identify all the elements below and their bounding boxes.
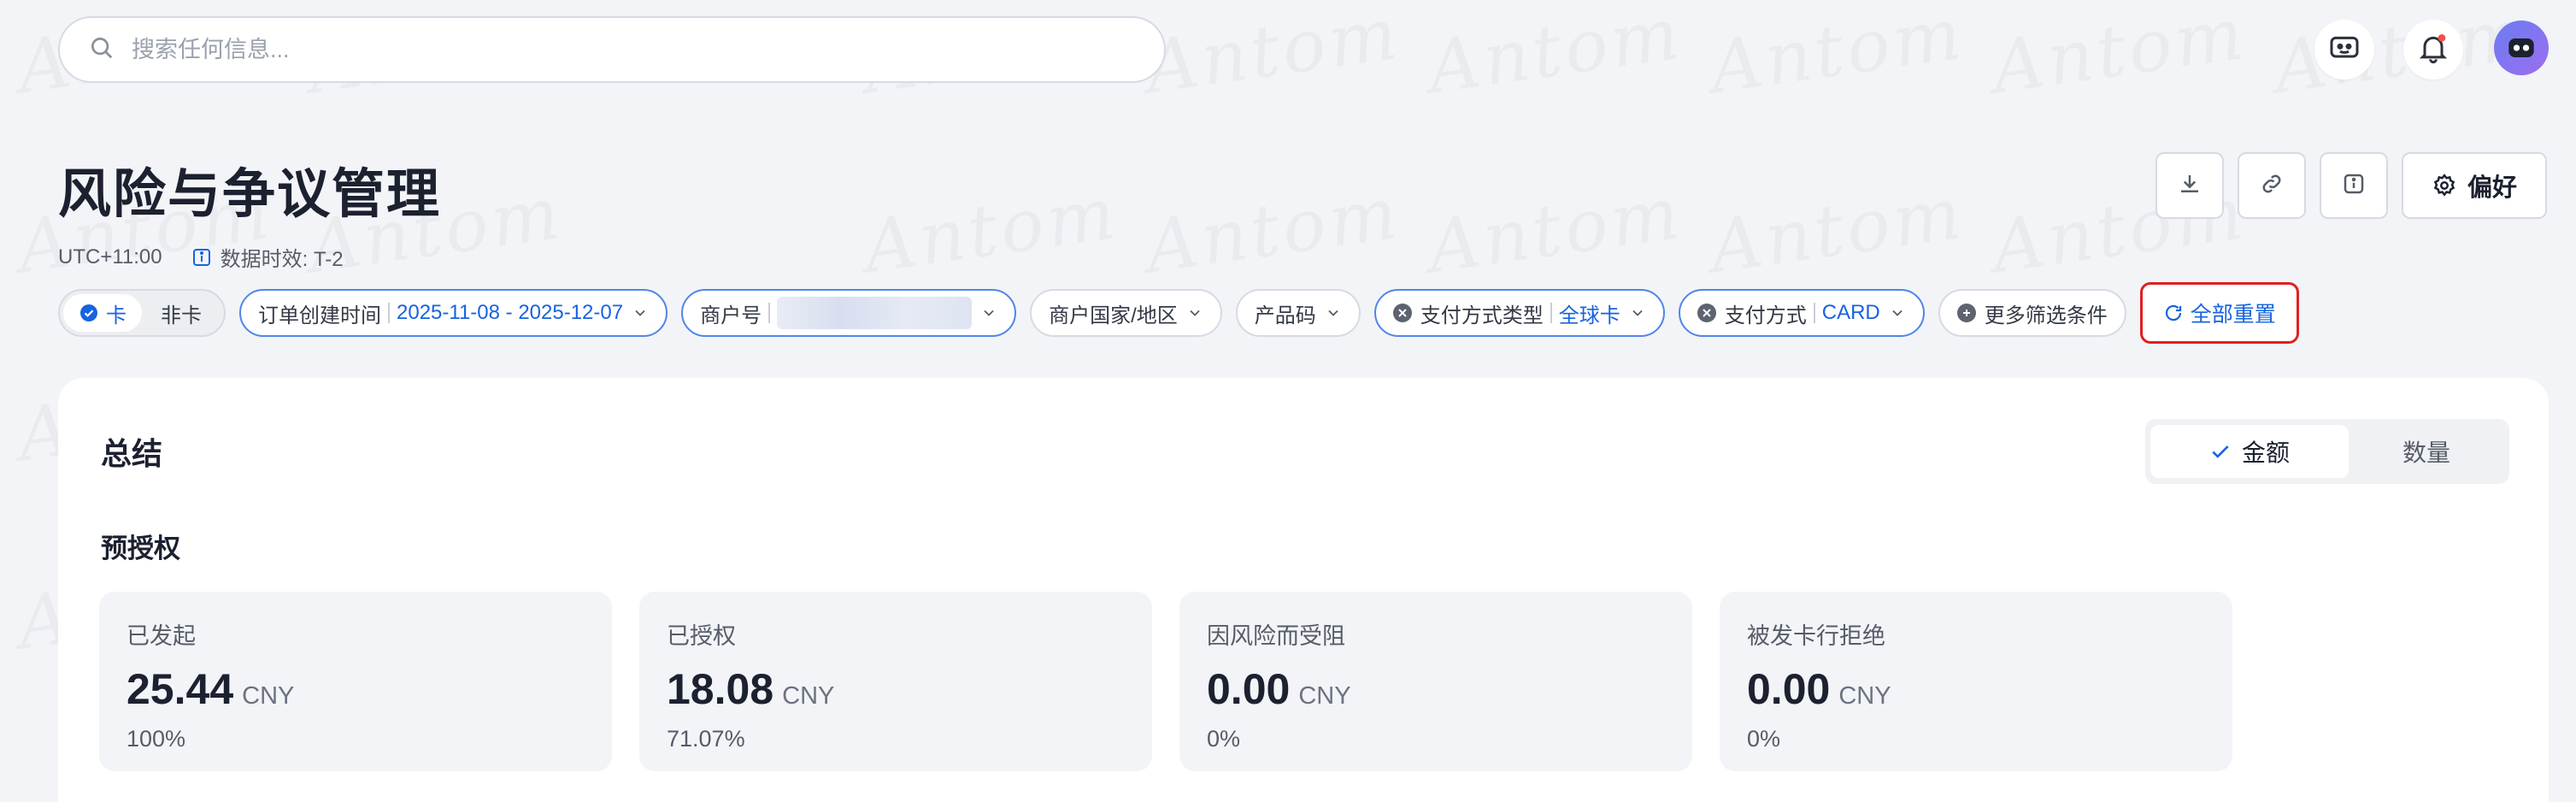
- chevron-down-icon: [1629, 304, 1646, 321]
- metric-percent: 0%: [1207, 726, 1241, 752]
- divider: [768, 303, 771, 323]
- add-icon: [1956, 304, 1976, 322]
- metric-number: 25.44: [126, 665, 234, 713]
- metric-label: 因风险而受阻: [1207, 623, 1345, 649]
- metric-card: 被发卡行拒绝 0.00 CNY 0%: [1720, 592, 2232, 771]
- metric-value: 0.00 CNY: [1747, 664, 2205, 714]
- payment-method-value: CARD: [1821, 301, 1880, 324]
- order-time-label: 订单创建时间: [258, 304, 381, 327]
- summary-card: 总结 金额 数量 预授权 已发起 25.44 CNY 100% 已授权 18.0…: [58, 378, 2549, 802]
- check-icon: [2209, 440, 2232, 463]
- chevron-down-icon: [1186, 304, 1203, 321]
- more-filters-button[interactable]: 更多筛选条件: [1938, 289, 2126, 337]
- metric-currency: CNY: [242, 682, 295, 710]
- timezone-label: UTC+11:00: [58, 245, 162, 268]
- amount-option-label: 金额: [2241, 439, 2290, 466]
- divider: [1550, 303, 1552, 323]
- non-card-option[interactable]: 非卡: [142, 294, 221, 332]
- card-option[interactable]: 卡: [63, 294, 142, 332]
- metric-card: 已授权 18.08 CNY 71.07%: [639, 592, 1152, 771]
- metric-number: 0.00: [1207, 665, 1291, 713]
- product-filter[interactable]: 产品码: [1235, 289, 1361, 337]
- payment-method-label: 支付方式: [1724, 304, 1807, 327]
- order-time-filter[interactable]: 订单创建时间 2025-11-08 - 2025-12-07: [239, 289, 668, 337]
- info-icon: [191, 247, 212, 268]
- payment-type-label: 支付方式类型: [1420, 304, 1544, 327]
- merchant-filter[interactable]: 商户号: [681, 289, 1017, 337]
- card-option-label: 卡: [106, 304, 126, 327]
- info-button[interactable]: [2320, 152, 2388, 219]
- amount-option[interactable]: 金额: [2150, 425, 2349, 478]
- more-filters-label: 更多筛选条件: [1984, 304, 2108, 327]
- metric-number: 0.00: [1747, 665, 1831, 713]
- metric-value: 0.00 CNY: [1207, 664, 1665, 714]
- payment-method-filter[interactable]: 支付方式 CARD: [1678, 289, 1925, 337]
- country-label: 商户国家/地区: [1049, 304, 1178, 327]
- info-icon: [2341, 171, 2367, 201]
- reset-all-button[interactable]: 全部重置: [2139, 282, 2299, 344]
- chevron-down-icon: [632, 304, 649, 321]
- metric-value: 25.44 CNY: [126, 664, 585, 714]
- summary-title: 总结: [101, 436, 163, 471]
- filter-bar: 卡 非卡 订单创建时间 2025-11-08 - 2025-12-07 商户号 …: [58, 282, 2299, 344]
- page-title: 风险与争议管理: [58, 165, 442, 224]
- metric-currency: CNY: [782, 682, 835, 710]
- metric-card: 已发起 25.44 CNY 100%: [99, 592, 612, 771]
- amount-count-toggle[interactable]: 金额 数量: [2145, 419, 2509, 484]
- preferences-button[interactable]: 偏好: [2402, 152, 2547, 219]
- data-latency: 数据时效: T-2: [191, 242, 344, 272]
- merchant-label: 商户号: [700, 304, 762, 327]
- preferences-label: 偏好: [2467, 174, 2517, 202]
- search-input[interactable]: [132, 36, 1072, 63]
- country-filter[interactable]: 商户国家/地区: [1030, 289, 1222, 337]
- chevron-down-icon: [1889, 304, 1906, 321]
- gear-icon: [2432, 173, 2457, 198]
- metric-card: 因风险而受阻 0.00 CNY 0%: [1179, 592, 1692, 771]
- metric-currency: CNY: [1298, 682, 1351, 710]
- chat-bot-button[interactable]: [2314, 20, 2374, 80]
- merchant-redacted-value: [777, 297, 973, 329]
- avatar[interactable]: [2494, 21, 2549, 75]
- link-icon: [2259, 171, 2285, 201]
- clear-icon[interactable]: [1392, 304, 1412, 322]
- metric-percent: 100%: [126, 726, 186, 752]
- reset-all-label: 全部重置: [2190, 303, 2276, 327]
- metric-value: 18.08 CNY: [667, 664, 1125, 714]
- notification-button[interactable]: [2403, 20, 2463, 80]
- search-icon: [89, 35, 115, 65]
- metric-label: 被发卡行拒绝: [1747, 623, 1885, 649]
- bell-icon: [2416, 31, 2450, 69]
- download-icon: [2177, 171, 2203, 201]
- chevron-down-icon: [1325, 304, 1342, 321]
- refresh-icon: [2163, 303, 2184, 323]
- metric-percent: 71.07%: [667, 726, 745, 752]
- divider: [1813, 303, 1815, 323]
- count-option[interactable]: 数量: [2349, 434, 2504, 469]
- metric-label: 已授权: [667, 623, 736, 649]
- check-circle-icon: [79, 303, 99, 323]
- section-title: 预授权: [101, 534, 180, 563]
- payment-type-filter[interactable]: 支付方式类型 全球卡: [1373, 289, 1665, 337]
- metric-label: 已发起: [126, 623, 196, 649]
- card-type-switch[interactable]: 卡 非卡: [58, 289, 226, 337]
- metric-number: 18.08: [667, 665, 774, 713]
- search-bar[interactable]: [58, 16, 1166, 83]
- metric-percent: 0%: [1747, 726, 1781, 752]
- download-button[interactable]: [2155, 152, 2224, 219]
- data-latency-label: 数据时效: T-2: [220, 248, 344, 271]
- clear-icon[interactable]: [1697, 304, 1716, 322]
- order-time-value: 2025-11-08 - 2025-12-07: [397, 301, 624, 324]
- product-label: 产品码: [1254, 304, 1316, 327]
- chat-bot-icon: [2327, 31, 2361, 69]
- metric-currency: CNY: [1838, 682, 1891, 710]
- share-link-button[interactable]: [2238, 152, 2306, 219]
- payment-type-value: 全球卡: [1558, 304, 1620, 327]
- divider: [388, 303, 390, 323]
- page-meta: UTC+11:00 数据时效: T-2: [58, 242, 344, 272]
- chevron-down-icon: [980, 304, 997, 321]
